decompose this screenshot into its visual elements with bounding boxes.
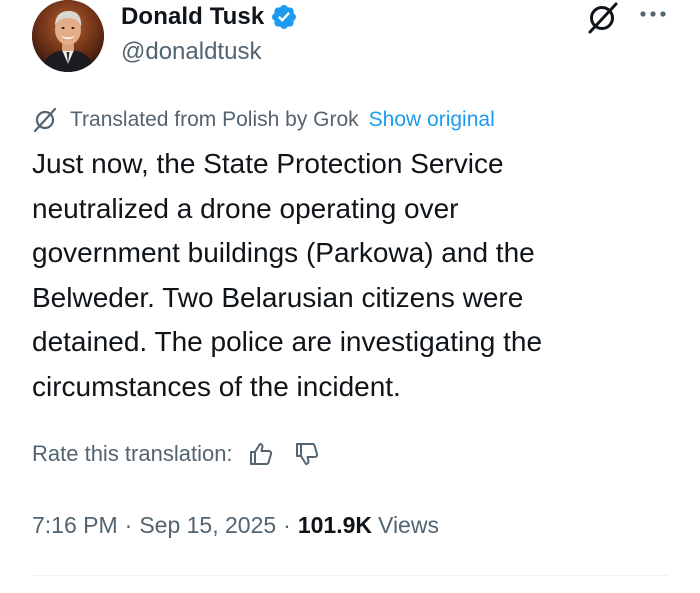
divider (32, 575, 668, 576)
rate-translation-row: Rate this translation: (32, 438, 321, 470)
tweet-meta: 7:16 PM · Sep 15, 2025 · 101.9K Views (32, 508, 439, 542)
grok-icon[interactable] (585, 1, 619, 35)
meta-separator: · (124, 511, 133, 538)
tweet-time[interactable]: 7:16 PM (32, 512, 118, 539)
avatar-photo (32, 0, 104, 72)
more-dots-icon[interactable] (638, 4, 668, 24)
thumbs-up-icon[interactable] (247, 440, 275, 468)
author-name-row[interactable]: Donald Tusk (121, 1, 298, 33)
show-original-link[interactable]: Show original (369, 108, 495, 132)
avatar[interactable] (32, 0, 104, 72)
rate-translation-label: Rate this translation: (32, 441, 233, 466)
meta-separator: · (283, 511, 291, 538)
tweet-text: Just now, the State Protection Service n… (32, 148, 543, 402)
verified-badge-icon[interactable] (270, 3, 298, 31)
thumbs-down-icon[interactable] (293, 440, 321, 468)
views-label: Views (378, 511, 439, 538)
grok-small-icon (32, 107, 58, 133)
translated-label: Translated from Polish by Grok (70, 108, 359, 131)
author-display-name[interactable]: Donald Tusk (121, 3, 264, 31)
translation-notice: Translated from Polish by Grok Show orig… (32, 106, 495, 134)
views-count: 101.9K (297, 511, 373, 538)
tweet-date[interactable]: Sep 15, 2025 (139, 512, 276, 539)
author-handle[interactable]: @donaldtusk (121, 38, 261, 66)
